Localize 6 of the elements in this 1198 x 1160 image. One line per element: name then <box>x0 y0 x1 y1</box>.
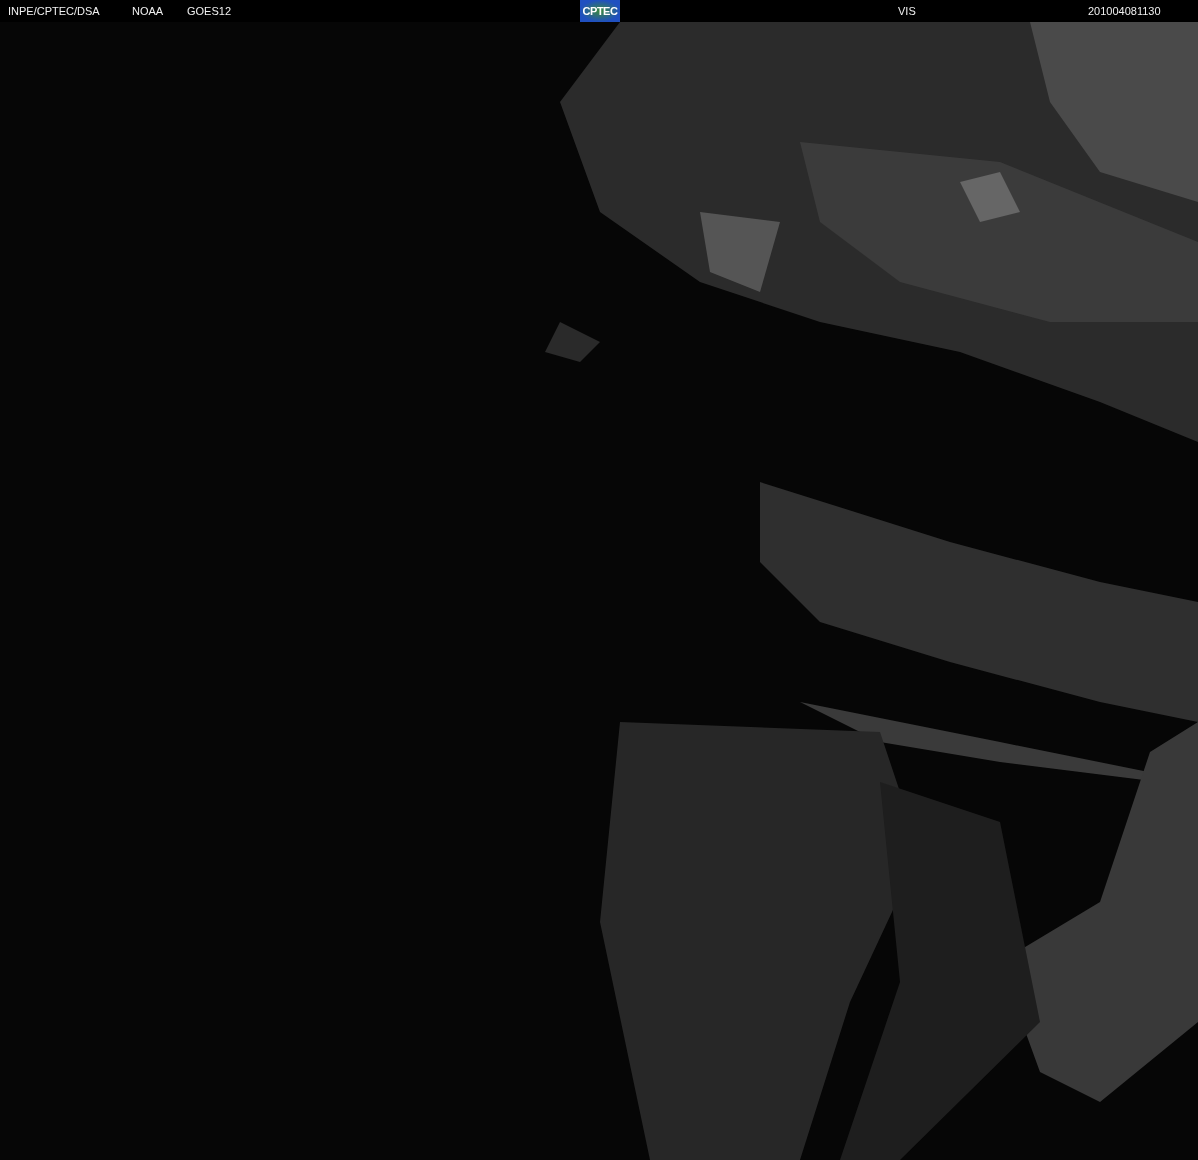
logo: CPTEC <box>580 0 620 22</box>
timestamp-label: 201004081130 <box>1088 5 1161 17</box>
source-label: INPE/CPTEC/DSA <box>8 5 101 17</box>
satellite-label: GOES12 <box>187 5 233 17</box>
channel-label: VIS <box>898 5 917 17</box>
agency-label: NOAA <box>132 5 165 17</box>
